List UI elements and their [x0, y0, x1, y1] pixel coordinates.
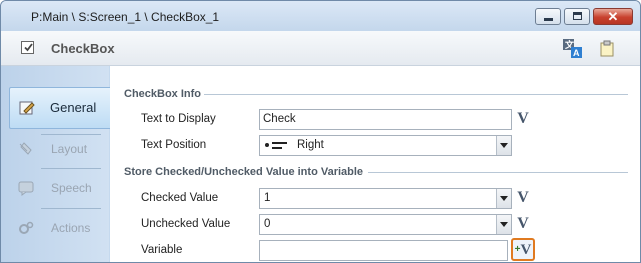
minimize-button[interactable]	[535, 8, 561, 25]
add-variable-button[interactable]: +V	[511, 238, 535, 261]
checked-value-label: Checked Value	[141, 192, 219, 204]
title-bar[interactable]: P:Main \ S:Screen_1 \ CheckBox_1 ✕	[1, 1, 640, 31]
text-position-value: Right	[297, 139, 324, 151]
sidebar-item-general[interactable]: General	[9, 87, 110, 129]
sidebar-item-speech[interactable]: Speech	[9, 168, 109, 208]
properties-window: P:Main \ S:Screen_1 \ CheckBox_1 ✕ Check…	[0, 0, 641, 263]
variable-input[interactable]	[259, 240, 508, 261]
object-type-title: CheckBox	[51, 41, 115, 56]
layout-icon	[18, 141, 34, 157]
general-icon	[19, 100, 35, 116]
section-divider	[368, 172, 628, 173]
minimize-icon	[544, 18, 553, 21]
checkbox-icon	[21, 41, 34, 54]
general-panel: CheckBox Info Text to Display Check V Te…	[110, 66, 640, 262]
close-button[interactable]: ✕	[593, 8, 633, 25]
chevron-down-icon[interactable]	[496, 136, 511, 155]
text-position-select[interactable]: Right	[259, 135, 512, 156]
checked-value: 1	[264, 192, 271, 204]
sidebar-item-label: General	[50, 100, 97, 115]
text-to-display-input[interactable]: Check	[259, 109, 512, 130]
object-header: CheckBox 文 A	[1, 31, 640, 66]
text-to-display-label: Text to Display	[141, 113, 216, 125]
sidebar-item-label: Layout	[51, 142, 88, 156]
sidebar-item-label: Speech	[51, 181, 92, 195]
maximize-button[interactable]	[564, 8, 590, 25]
sidebar-item-label: Actions	[51, 221, 91, 235]
section-title-store-variable: Store Checked/Unchecked Value into Varia…	[124, 166, 364, 178]
sidebar-item-actions[interactable]: Actions	[9, 208, 109, 248]
chevron-down-icon[interactable]	[496, 189, 511, 208]
unchecked-value-select[interactable]: 0	[259, 214, 512, 235]
variable-label: Variable	[141, 244, 183, 256]
chevron-down-icon[interactable]	[496, 215, 511, 234]
window-title: P:Main \ S:Screen_1 \ CheckBox_1	[31, 10, 220, 24]
text-position-icon	[264, 140, 290, 151]
unchecked-value-label: Unchecked Value	[141, 218, 231, 230]
actions-icon	[18, 220, 34, 236]
svg-text:A: A	[573, 48, 580, 58]
close-icon: ✕	[607, 9, 619, 24]
maximize-icon	[573, 12, 582, 20]
variable-icon: V	[520, 242, 532, 258]
text-position-label: Text Position	[141, 139, 207, 151]
checked-value-select[interactable]: 1	[259, 188, 512, 209]
note-icon[interactable]	[600, 40, 614, 57]
translate-icon[interactable]: 文 A	[563, 39, 583, 59]
text-to-display-variable-button[interactable]: V	[515, 109, 531, 129]
section-title-checkbox-info: CheckBox Info	[124, 88, 202, 100]
sidebar: General Layout Speech Actions	[1, 66, 110, 262]
speech-icon	[18, 180, 34, 196]
checked-value-variable-button[interactable]: V	[515, 188, 531, 208]
unchecked-value: 0	[264, 218, 271, 230]
sidebar-item-layout[interactable]: Layout	[9, 129, 109, 169]
section-divider	[204, 94, 628, 95]
unchecked-value-variable-button[interactable]: V	[515, 214, 531, 234]
